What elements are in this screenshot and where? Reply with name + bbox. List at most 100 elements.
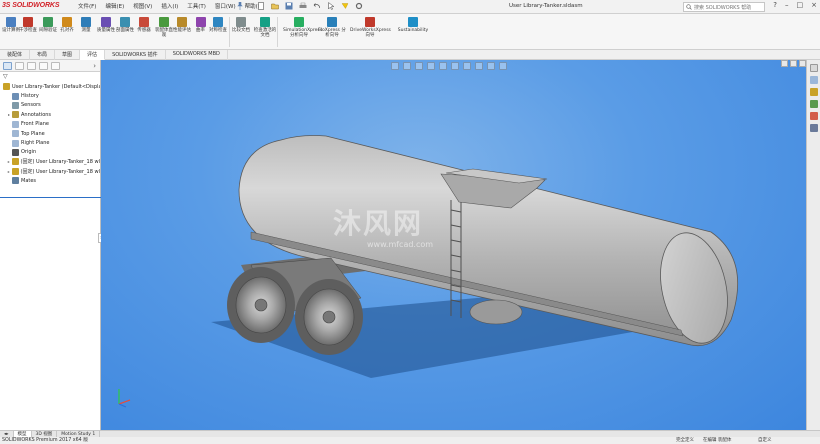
ribbon-button-icon xyxy=(294,17,304,27)
tab-1[interactable]: 布局 xyxy=(30,50,56,60)
ribbon-button[interactable]: 质量属性 xyxy=(96,16,116,48)
property-manager-tab-icon[interactable] xyxy=(15,62,24,70)
dimxpert-tab-icon[interactable] xyxy=(39,62,48,70)
feature-manager-tab-icon[interactable] xyxy=(3,62,12,70)
ribbon-button-label: DriveWorksXpress 向导 xyxy=(350,28,391,38)
select-icon[interactable] xyxy=(325,1,336,11)
ribbon-button[interactable]: 测量 xyxy=(77,16,95,48)
ribbon-separator xyxy=(229,17,230,47)
ribbon-button[interactable]: 干涉检查 xyxy=(19,16,37,48)
ribbon-button[interactable]: 剖面属性 xyxy=(115,16,135,48)
solidworks-logo[interactable]: 3S SOLIDWORKS xyxy=(2,2,60,12)
maximize-button[interactable]: □ xyxy=(797,1,804,9)
tree-item[interactable]: ▸ (固定) User Library-Tanker_18 wl xyxy=(2,157,100,166)
menu-item[interactable]: 文件(F) xyxy=(78,2,96,10)
tree-list: User Library-Tanker (Default<Display Sta… xyxy=(0,82,100,185)
ribbon-button[interactable]: 装配体直观 xyxy=(154,16,174,48)
tree-item[interactable]: ▸ (固定) User Library-Tanker_18 wl xyxy=(2,167,100,176)
part-icon xyxy=(11,158,19,166)
window-controls: ? – □ × xyxy=(773,1,817,9)
tree-item[interactable]: Mates xyxy=(2,176,100,185)
ribbon-button[interactable]: SimulationXpress 分析向导 xyxy=(283,16,322,48)
custom-properties-icon[interactable] xyxy=(809,124,818,132)
tree-item[interactable]: Right Plane xyxy=(2,138,100,147)
tree-item[interactable]: ▸ Annotations xyxy=(2,110,100,119)
ribbon-button[interactable]: 间隙验证 xyxy=(38,16,58,48)
tab-5[interactable]: SOLIDWORKS MBD xyxy=(166,50,228,60)
tanker-model[interactable] xyxy=(101,60,806,430)
chevron-right-icon[interactable]: › xyxy=(93,62,96,70)
close-button[interactable]: × xyxy=(811,1,817,9)
ribbon-button[interactable]: 孔对齐 xyxy=(58,16,76,48)
tree-item[interactable]: Origin xyxy=(2,148,100,157)
resources-icon[interactable] xyxy=(809,64,818,72)
ribbon-button[interactable]: 检查激活的文档 xyxy=(252,16,278,48)
ribbon-button-label: 剖面属性 xyxy=(116,28,134,33)
ribbon-button[interactable]: 性能评估 xyxy=(172,16,192,48)
tab-4[interactable]: SOLIDWORKS 插件 xyxy=(105,50,166,60)
pin-icon[interactable] xyxy=(237,2,243,10)
tree-root[interactable]: User Library-Tanker (Default<Display Sta… xyxy=(2,82,100,91)
ribbon-button[interactable]: 传感器 xyxy=(134,16,154,48)
tree-item[interactable]: Sensors xyxy=(2,101,100,110)
tab-2[interactable]: 草图 xyxy=(55,50,81,60)
design-library-icon[interactable] xyxy=(809,76,818,84)
view-palette-icon[interactable] xyxy=(809,100,818,108)
minimize-button[interactable]: – xyxy=(785,1,789,9)
ribbon-button[interactable]: 对称检查 xyxy=(208,16,228,48)
ribbon-button[interactable]: DriveWorksXpress 向导 xyxy=(350,16,391,48)
ribbon-button-icon xyxy=(6,17,16,27)
appearances-icon[interactable] xyxy=(809,112,818,120)
menu-item[interactable]: 插入(I) xyxy=(161,2,178,10)
status-definition: 完全定义 xyxy=(676,438,694,443)
tree-item[interactable]: Front Plane xyxy=(2,120,100,129)
ribbon-button[interactable]: 曲率 xyxy=(192,16,209,48)
help-button[interactable]: ? xyxy=(773,1,777,9)
ribbon-button-icon xyxy=(260,17,270,27)
tab-3[interactable]: 评估 xyxy=(80,50,106,60)
new-icon[interactable] xyxy=(255,1,266,11)
menu-item[interactable]: 工具(T) xyxy=(187,2,206,10)
save-icon[interactable] xyxy=(283,1,294,11)
ribbon-button-icon xyxy=(408,17,418,27)
menu-item[interactable]: 窗口(W) xyxy=(215,2,236,10)
display-manager-tab-icon[interactable] xyxy=(51,62,60,70)
quick-access-toolbar xyxy=(255,1,364,11)
watermark: 沐风网 www.mfcad.com xyxy=(333,207,434,249)
undo-icon[interactable] xyxy=(311,1,322,11)
ribbon-button[interactable]: 比较文档 xyxy=(230,16,252,48)
ribbon-button-label: 测量 xyxy=(81,28,91,33)
ribbon-button-label: 性能评估 xyxy=(173,28,191,33)
sensor-icon xyxy=(12,101,19,109)
menu-item[interactable]: 编辑(E) xyxy=(105,2,124,10)
feature-manager-tree: › ▽ User Library-Tanker (Default<Display… xyxy=(0,60,101,430)
tree-item[interactable]: Top Plane xyxy=(2,129,100,138)
ribbon-button[interactable]: Sustainability xyxy=(392,16,434,48)
front-wheel xyxy=(295,279,363,355)
ribbon-button[interactable]: 设计算例 xyxy=(2,16,20,48)
product-version: SOLIDWORKS Premium 2017 x64 版 xyxy=(2,438,89,443)
tab-0[interactable]: 装配体 xyxy=(0,50,31,60)
document-title: User Library-Tanker.sldasm xyxy=(509,3,583,9)
feature-manager-tabs xyxy=(0,60,100,72)
ribbon-button[interactable]: FloXpress 分析向导 xyxy=(316,16,348,48)
title-bar: 3S SOLIDWORKS 文件(F) 编辑(E) 视图(V) 插入(I) 工具(T) 窗… xyxy=(0,0,820,14)
tree-item[interactable]: History xyxy=(2,91,100,100)
graphics-area[interactable]: 沐风网 www.mfcad.com xyxy=(101,60,806,430)
open-icon[interactable] xyxy=(269,1,280,11)
menu-item[interactable]: 视图(V) xyxy=(133,2,152,10)
tree-item-label: (固定) User Library-Tanker_18 wl xyxy=(20,159,100,166)
ribbon-button-label: Sustainability xyxy=(397,28,429,33)
configuration-manager-tab-icon[interactable] xyxy=(27,62,36,70)
search-icon xyxy=(686,4,692,10)
help-search-input[interactable]: 搜索 SOLIDWORKS 帮助 xyxy=(683,2,765,12)
expand-icon[interactable]: ▸ xyxy=(6,159,12,164)
print-icon[interactable] xyxy=(297,1,308,11)
rebuild-icon[interactable] xyxy=(339,1,350,11)
options-icon[interactable] xyxy=(353,1,364,11)
filter-icon[interactable]: ▽ xyxy=(0,72,100,82)
task-pane xyxy=(806,60,820,430)
file-explorer-icon[interactable] xyxy=(809,88,818,96)
expand-icon[interactable]: ▸ xyxy=(6,169,12,174)
status-units[interactable]: 自定义 xyxy=(758,437,772,444)
